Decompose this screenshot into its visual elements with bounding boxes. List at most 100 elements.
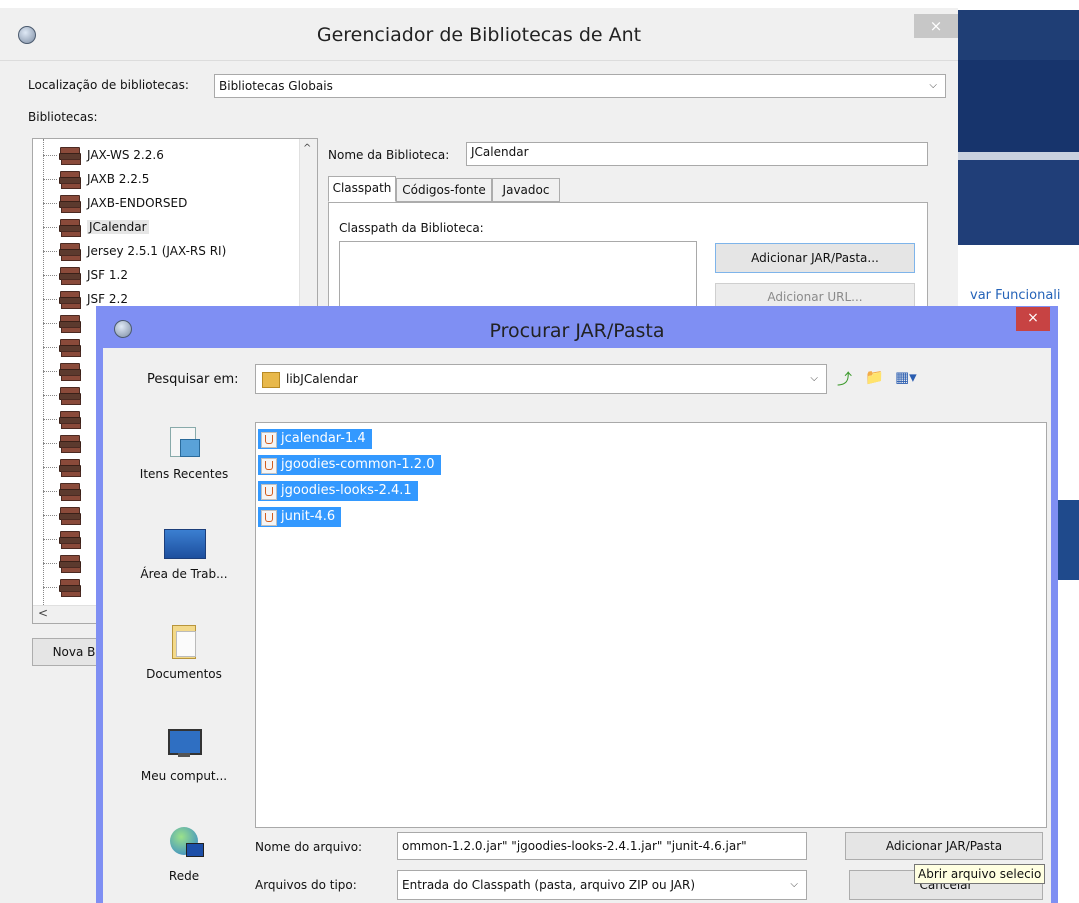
library-icon [59, 483, 81, 501]
jar-file-icon [261, 510, 277, 526]
file-name: jgoodies-common-1.2.0 [281, 457, 435, 472]
classpath-list[interactable] [339, 241, 697, 315]
look-in-select[interactable]: libJCalendar ⌵ [255, 364, 827, 394]
tree-connector [43, 227, 57, 228]
library-item[interactable] [33, 335, 93, 359]
place-label: Documentos [146, 667, 222, 681]
file-item[interactable]: jgoodies-looks-2.4.1 [258, 481, 418, 501]
library-item-label: JAX-WS 2.2.6 [87, 148, 164, 162]
scroll-up-icon[interactable]: ^ [303, 143, 311, 154]
scroll-left-icon[interactable]: < [38, 606, 48, 620]
network-icon [164, 827, 204, 863]
new-folder-icon[interactable]: 📁 [865, 368, 884, 386]
place-recent-items[interactable]: Itens Recentes [125, 425, 243, 481]
up-folder-icon[interactable]: ⤴ [837, 368, 852, 389]
file-chooser-dialog: Procurar JAR/Pasta × Pesquisar em: libJC… [96, 306, 1058, 903]
library-item-label: JSF 2.2 [87, 292, 128, 306]
location-select[interactable]: Bibliotecas Globais ⌵ [214, 74, 946, 98]
library-item[interactable] [33, 455, 93, 479]
library-item-selected[interactable]: JCalendar [33, 215, 293, 239]
place-label: Rede [168, 869, 200, 883]
background-link[interactable]: var Funcionali [970, 288, 1061, 303]
tree-connector [43, 275, 57, 276]
library-item[interactable] [33, 551, 93, 575]
tab-classpath[interactable]: Classpath [328, 176, 396, 202]
desktop-icon [164, 525, 206, 561]
place-desktop[interactable]: Área de Trab... [125, 525, 243, 581]
library-item-label: JSF 1.2 [87, 268, 128, 282]
recent-items-icon [164, 425, 204, 461]
chevron-down-icon: ⌵ [929, 80, 937, 91]
library-item[interactable] [33, 383, 93, 407]
library-item[interactable] [33, 431, 93, 455]
filetype-value: Entrada do Classpath (pasta, arquivo ZIP… [402, 878, 696, 892]
library-item[interactable] [33, 359, 93, 383]
tree-connector [43, 179, 57, 180]
file-name: jgoodies-looks-2.4.1 [281, 483, 412, 498]
place-label: Área de Trab... [140, 567, 228, 581]
library-item[interactable]: JSF 1.2 [33, 263, 293, 287]
view-menu-icon[interactable]: ▦▾ [895, 368, 917, 386]
location-label: Localização de bibliotecas: [28, 78, 189, 92]
library-icon [59, 459, 81, 477]
library-icon [59, 243, 81, 261]
place-network[interactable]: Rede [125, 827, 243, 883]
library-item[interactable]: JAX-WS 2.2.6 [33, 143, 293, 167]
chooser-body: Pesquisar em: libJCalendar ⌵ ⤴ 📁 ▦▾ Iten… [103, 348, 1051, 903]
place-label: Meu comput... [140, 769, 228, 783]
jar-file-icon [261, 432, 277, 448]
library-icon [59, 411, 81, 429]
places-bar: Itens Recentes Área de Trab... Documento… [125, 415, 243, 903]
tree-connector [43, 251, 57, 252]
file-list[interactable]: jcalendar-1.4 jgoodies-common-1.2.0 jgoo… [255, 422, 1047, 828]
place-my-computer[interactable]: Meu comput... [125, 727, 243, 783]
library-icon [59, 435, 81, 453]
chevron-down-icon: ⌵ [810, 373, 818, 384]
approve-button[interactable]: Adicionar JAR/Pasta [845, 832, 1043, 860]
tab-sources[interactable]: Códigos-fonte [396, 178, 492, 202]
chooser-title: Procurar JAR/Pasta [489, 320, 665, 342]
documents-icon [164, 625, 204, 661]
file-item[interactable]: jcalendar-1.4 [258, 429, 372, 449]
library-item[interactable] [33, 311, 93, 335]
library-item-label: JAXB-ENDORSED [87, 196, 188, 210]
background-banner [958, 10, 1079, 60]
add-jar-button[interactable]: Adicionar JAR/Pasta... [715, 243, 915, 273]
look-in-label: Pesquisar em: [147, 372, 239, 387]
close-button[interactable]: × [914, 14, 958, 38]
file-item[interactable]: jgoodies-common-1.2.0 [258, 455, 441, 475]
library-item-label: Jersey 2.5.1 (JAX-RS RI) [87, 244, 227, 258]
library-icon [59, 339, 81, 357]
library-item[interactable]: Jersey 2.5.1 (JAX-RS RI) [33, 239, 293, 263]
classpath-label: Classpath da Biblioteca: [339, 221, 484, 235]
place-label: Itens Recentes [139, 467, 229, 481]
library-item[interactable] [33, 407, 93, 431]
library-icon [59, 315, 81, 333]
filename-input[interactable]: ommon-1.2.0.jar" "jgoodies-looks-2.4.1.j… [397, 832, 807, 860]
tree-connector [43, 299, 57, 300]
library-icon [59, 171, 81, 189]
location-value: Bibliotecas Globais [219, 79, 333, 93]
tab-strip: Classpath Códigos-fonte Javadoc [328, 176, 608, 204]
filetype-select[interactable]: Entrada do Classpath (pasta, arquivo ZIP… [397, 870, 807, 900]
library-icon [59, 531, 81, 549]
library-item[interactable] [33, 527, 93, 551]
background-panel [1058, 500, 1079, 580]
chevron-down-icon: ⌵ [790, 879, 798, 890]
library-icon [59, 267, 81, 285]
library-item[interactable]: JAXB 2.2.5 [33, 167, 293, 191]
library-item[interactable]: JAXB-ENDORSED [33, 191, 293, 215]
place-documents[interactable]: Documentos [125, 625, 243, 681]
tooltip: Abrir arquivo selecio [914, 864, 1046, 884]
tab-javadoc[interactable]: Javadoc [492, 178, 560, 202]
library-item[interactable] [33, 575, 93, 599]
library-item[interactable] [33, 479, 93, 503]
filetype-label: Arquivos do tipo: [255, 878, 357, 892]
background-banner [958, 160, 1079, 245]
file-item[interactable]: junit-4.6 [258, 507, 342, 527]
library-item[interactable] [33, 503, 93, 527]
libraries-label: Bibliotecas: [28, 110, 98, 124]
library-icon [59, 555, 81, 573]
close-button[interactable]: × [1016, 307, 1050, 331]
library-name-input[interactable]: JCalendar [466, 142, 928, 166]
